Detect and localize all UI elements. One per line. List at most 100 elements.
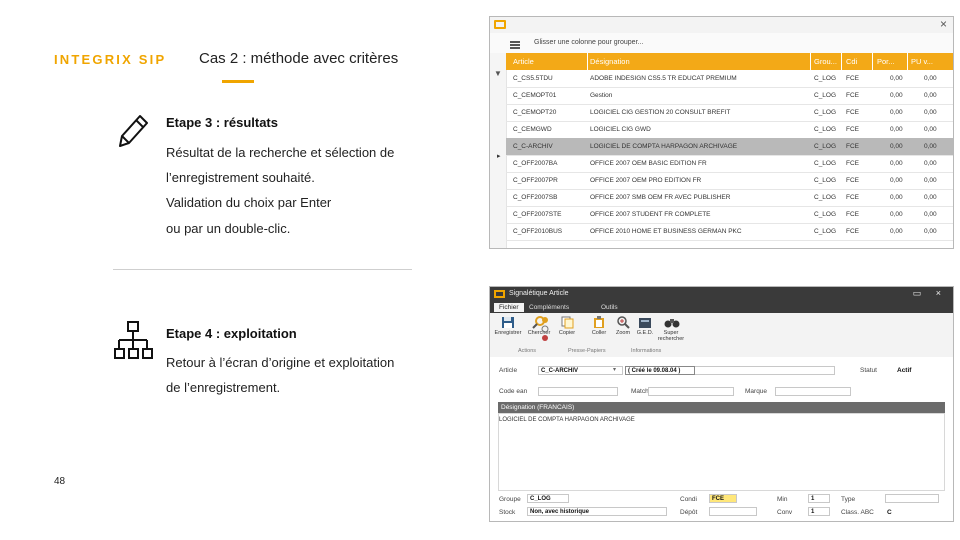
conv-label: Conv bbox=[777, 509, 793, 516]
code-ean-field[interactable] bbox=[538, 387, 618, 396]
cell-designation: OFFICE 2007 STUDENT FR COMPLETE bbox=[590, 211, 711, 218]
search-button[interactable]: Chercher bbox=[524, 316, 554, 336]
table-row[interactable]: C_CS5.5TDU ADOBE INDESIGN CS5.5 TR EDUCA… bbox=[506, 70, 953, 88]
table-row[interactable]: C_OFF2007BA OFFICE 2007 OEM BASIC EDITIO… bbox=[506, 155, 953, 173]
menu-icon[interactable] bbox=[510, 41, 520, 50]
cell-groupe: C_LOG bbox=[814, 160, 837, 167]
cell-article: C_OFF2007PR bbox=[513, 177, 558, 184]
cell-groupe: C_LOG bbox=[814, 177, 837, 184]
cell-article: C_CEMGWD bbox=[513, 126, 552, 133]
designation-value: LOGICIEL DE COMPTA HARPAGON ARCHIVAGE bbox=[499, 417, 635, 423]
article-detail-window: Signalétique Article ▭ × Fichier Complém… bbox=[489, 286, 954, 522]
current-row-pointer-icon: ▸ bbox=[497, 153, 501, 160]
cell-groupe: C_LOG bbox=[814, 143, 837, 150]
window-controls[interactable]: ▭ × bbox=[913, 288, 947, 299]
column-header-cdi[interactable]: Cdi bbox=[846, 57, 857, 66]
cell-groupe: C_LOG bbox=[814, 211, 837, 218]
table-row-selected[interactable]: C_C-ARCHIV LOGICIEL DE COMPTA HARPAGON A… bbox=[506, 138, 953, 156]
table-row[interactable]: C_CEMOPT20 LOGICIEL CIG GESTION 20 CONSU… bbox=[506, 104, 953, 122]
type-field[interactable] bbox=[885, 494, 939, 503]
step3-line-4: ou par un double-clic. bbox=[166, 221, 291, 236]
cell-por: 0,00 bbox=[890, 75, 903, 82]
step3-line-1: Résultat de la recherche et sélection de bbox=[166, 145, 395, 160]
column-header-por[interactable]: Por... bbox=[877, 57, 895, 66]
cell-groupe: C_LOG bbox=[814, 194, 837, 201]
cell-por: 0,00 bbox=[890, 126, 903, 133]
creation-date-extension bbox=[695, 366, 835, 375]
cell-cdi: FCE bbox=[846, 177, 859, 184]
cell-designation: LOGICIEL CIG GESTION 20 CONSULT BREFIT bbox=[590, 109, 731, 116]
column-header-groupe[interactable]: Grou... bbox=[814, 57, 837, 66]
cell-cdi: FCE bbox=[846, 160, 859, 167]
depot-field[interactable] bbox=[709, 507, 757, 516]
marque-label: Marque bbox=[745, 388, 768, 395]
step3-line-3: Validation du choix par Enter bbox=[166, 195, 332, 210]
cell-article: C_CEMOPT20 bbox=[513, 109, 557, 116]
step3-title: Etape 3 : résultats bbox=[166, 115, 278, 130]
page-number: 48 bbox=[54, 476, 66, 487]
conv-field[interactable]: 1 bbox=[808, 507, 830, 516]
statut-label: Statut bbox=[860, 367, 877, 374]
filter-icon[interactable]: ▼ bbox=[494, 69, 502, 78]
depot-label: Dépôt bbox=[680, 509, 698, 516]
creation-date: ( Créé le 09.08.04 ) bbox=[625, 366, 695, 375]
tab-fichier[interactable]: Fichier bbox=[494, 303, 524, 312]
cell-por: 0,00 bbox=[890, 211, 903, 218]
matchcode-field[interactable] bbox=[648, 387, 734, 396]
groupe-field[interactable]: C_LOG bbox=[527, 494, 569, 503]
grid-header: Article Désignation Grou... Cdi Por... P… bbox=[506, 53, 953, 70]
cell-article: C_C-ARCHIV bbox=[513, 143, 553, 150]
step4-line-1: Retour à l’écran d’origine et exploitati… bbox=[166, 355, 395, 370]
cell-pu: 0,00 bbox=[924, 228, 937, 235]
cell-designation: OFFICE 2010 HOME ET BUSINESS GERMAN PKC bbox=[590, 228, 742, 235]
cell-cdi: FCE bbox=[846, 75, 859, 82]
table-row[interactable]: C_CEMOPT01 Gestion C_LOG FCE 0,00 0,00 bbox=[506, 87, 953, 105]
min-field[interactable]: 1 bbox=[808, 494, 830, 503]
save-button[interactable]: Enregistrer bbox=[493, 316, 523, 336]
table-row[interactable]: C_OFF2010BUS OFFICE 2010 HOME ET BUSINES… bbox=[506, 223, 953, 241]
column-header-pu[interactable]: PU v... bbox=[911, 57, 933, 66]
stock-select[interactable]: Non, avec historique bbox=[527, 507, 667, 516]
section-divider bbox=[113, 269, 412, 270]
cell-cdi: FCE bbox=[846, 126, 859, 133]
tab-complements[interactable]: Compléments bbox=[524, 303, 574, 312]
cell-pu: 0,00 bbox=[924, 177, 937, 184]
condi-field[interactable]: FCE bbox=[709, 494, 737, 503]
statut-value: Actif bbox=[897, 367, 912, 374]
tab-outils[interactable]: Outils bbox=[596, 303, 623, 312]
binoculars-icon bbox=[664, 316, 680, 329]
cell-designation: OFFICE 2007 OEM BASIC EDITION FR bbox=[590, 160, 707, 167]
cell-pu: 0,00 bbox=[924, 194, 937, 201]
ged-document-icon bbox=[638, 316, 652, 329]
marque-field[interactable] bbox=[775, 387, 851, 396]
dropdown-chevron-icon[interactable]: ▾ bbox=[613, 366, 616, 373]
column-header-article[interactable]: Article bbox=[513, 57, 534, 66]
cell-cdi: FCE bbox=[846, 92, 859, 99]
groupe-label: Groupe bbox=[499, 496, 521, 503]
step4-line-2: de l’enregistrement. bbox=[166, 380, 281, 395]
column-header-designation[interactable]: Désignation bbox=[590, 57, 630, 66]
table-row[interactable]: C_CEMGWD LOGICIEL CIG GWD C_LOG FCE 0,00… bbox=[506, 121, 953, 139]
ribbon-group-clipboard: Presse-Papiers bbox=[568, 348, 606, 354]
paste-icon bbox=[592, 316, 606, 329]
info-icons[interactable] bbox=[541, 316, 549, 344]
table-row[interactable]: C_OFF2007PR OFFICE 2007 OEM PRO EDITION … bbox=[506, 172, 953, 190]
super-search-button[interactable]: Super rechercher bbox=[656, 316, 686, 342]
zoom-icon bbox=[616, 316, 630, 329]
cell-por: 0,00 bbox=[890, 143, 903, 150]
cell-designation: ADOBE INDESIGN CS5.5 TR EDUCAT PREMIUM bbox=[590, 75, 737, 82]
step4-title: Etape 4 : exploitation bbox=[166, 326, 297, 341]
article-field[interactable]: C_C-ARCHIV bbox=[538, 366, 623, 375]
brand-logo-text: INTEGRIX SIP bbox=[54, 52, 167, 67]
designation-textarea[interactable] bbox=[498, 413, 945, 491]
condi-label: Condi bbox=[680, 496, 697, 503]
cell-designation: OFFICE 2007 OEM PRO EDITION FR bbox=[590, 177, 702, 184]
copy-button[interactable]: Copier bbox=[552, 316, 582, 336]
table-row[interactable]: C_OFF2007STE OFFICE 2007 STUDENT FR COMP… bbox=[506, 206, 953, 224]
min-label: Min bbox=[777, 496, 788, 503]
cell-groupe: C_LOG bbox=[814, 228, 837, 235]
ribbon-group-actions: Actions bbox=[518, 348, 537, 354]
cell-por: 0,00 bbox=[890, 109, 903, 116]
close-icon[interactable]: × bbox=[940, 17, 947, 31]
table-row[interactable]: C_OFF2007SB OFFICE 2007 SMB OEM FR AVEC … bbox=[506, 189, 953, 207]
